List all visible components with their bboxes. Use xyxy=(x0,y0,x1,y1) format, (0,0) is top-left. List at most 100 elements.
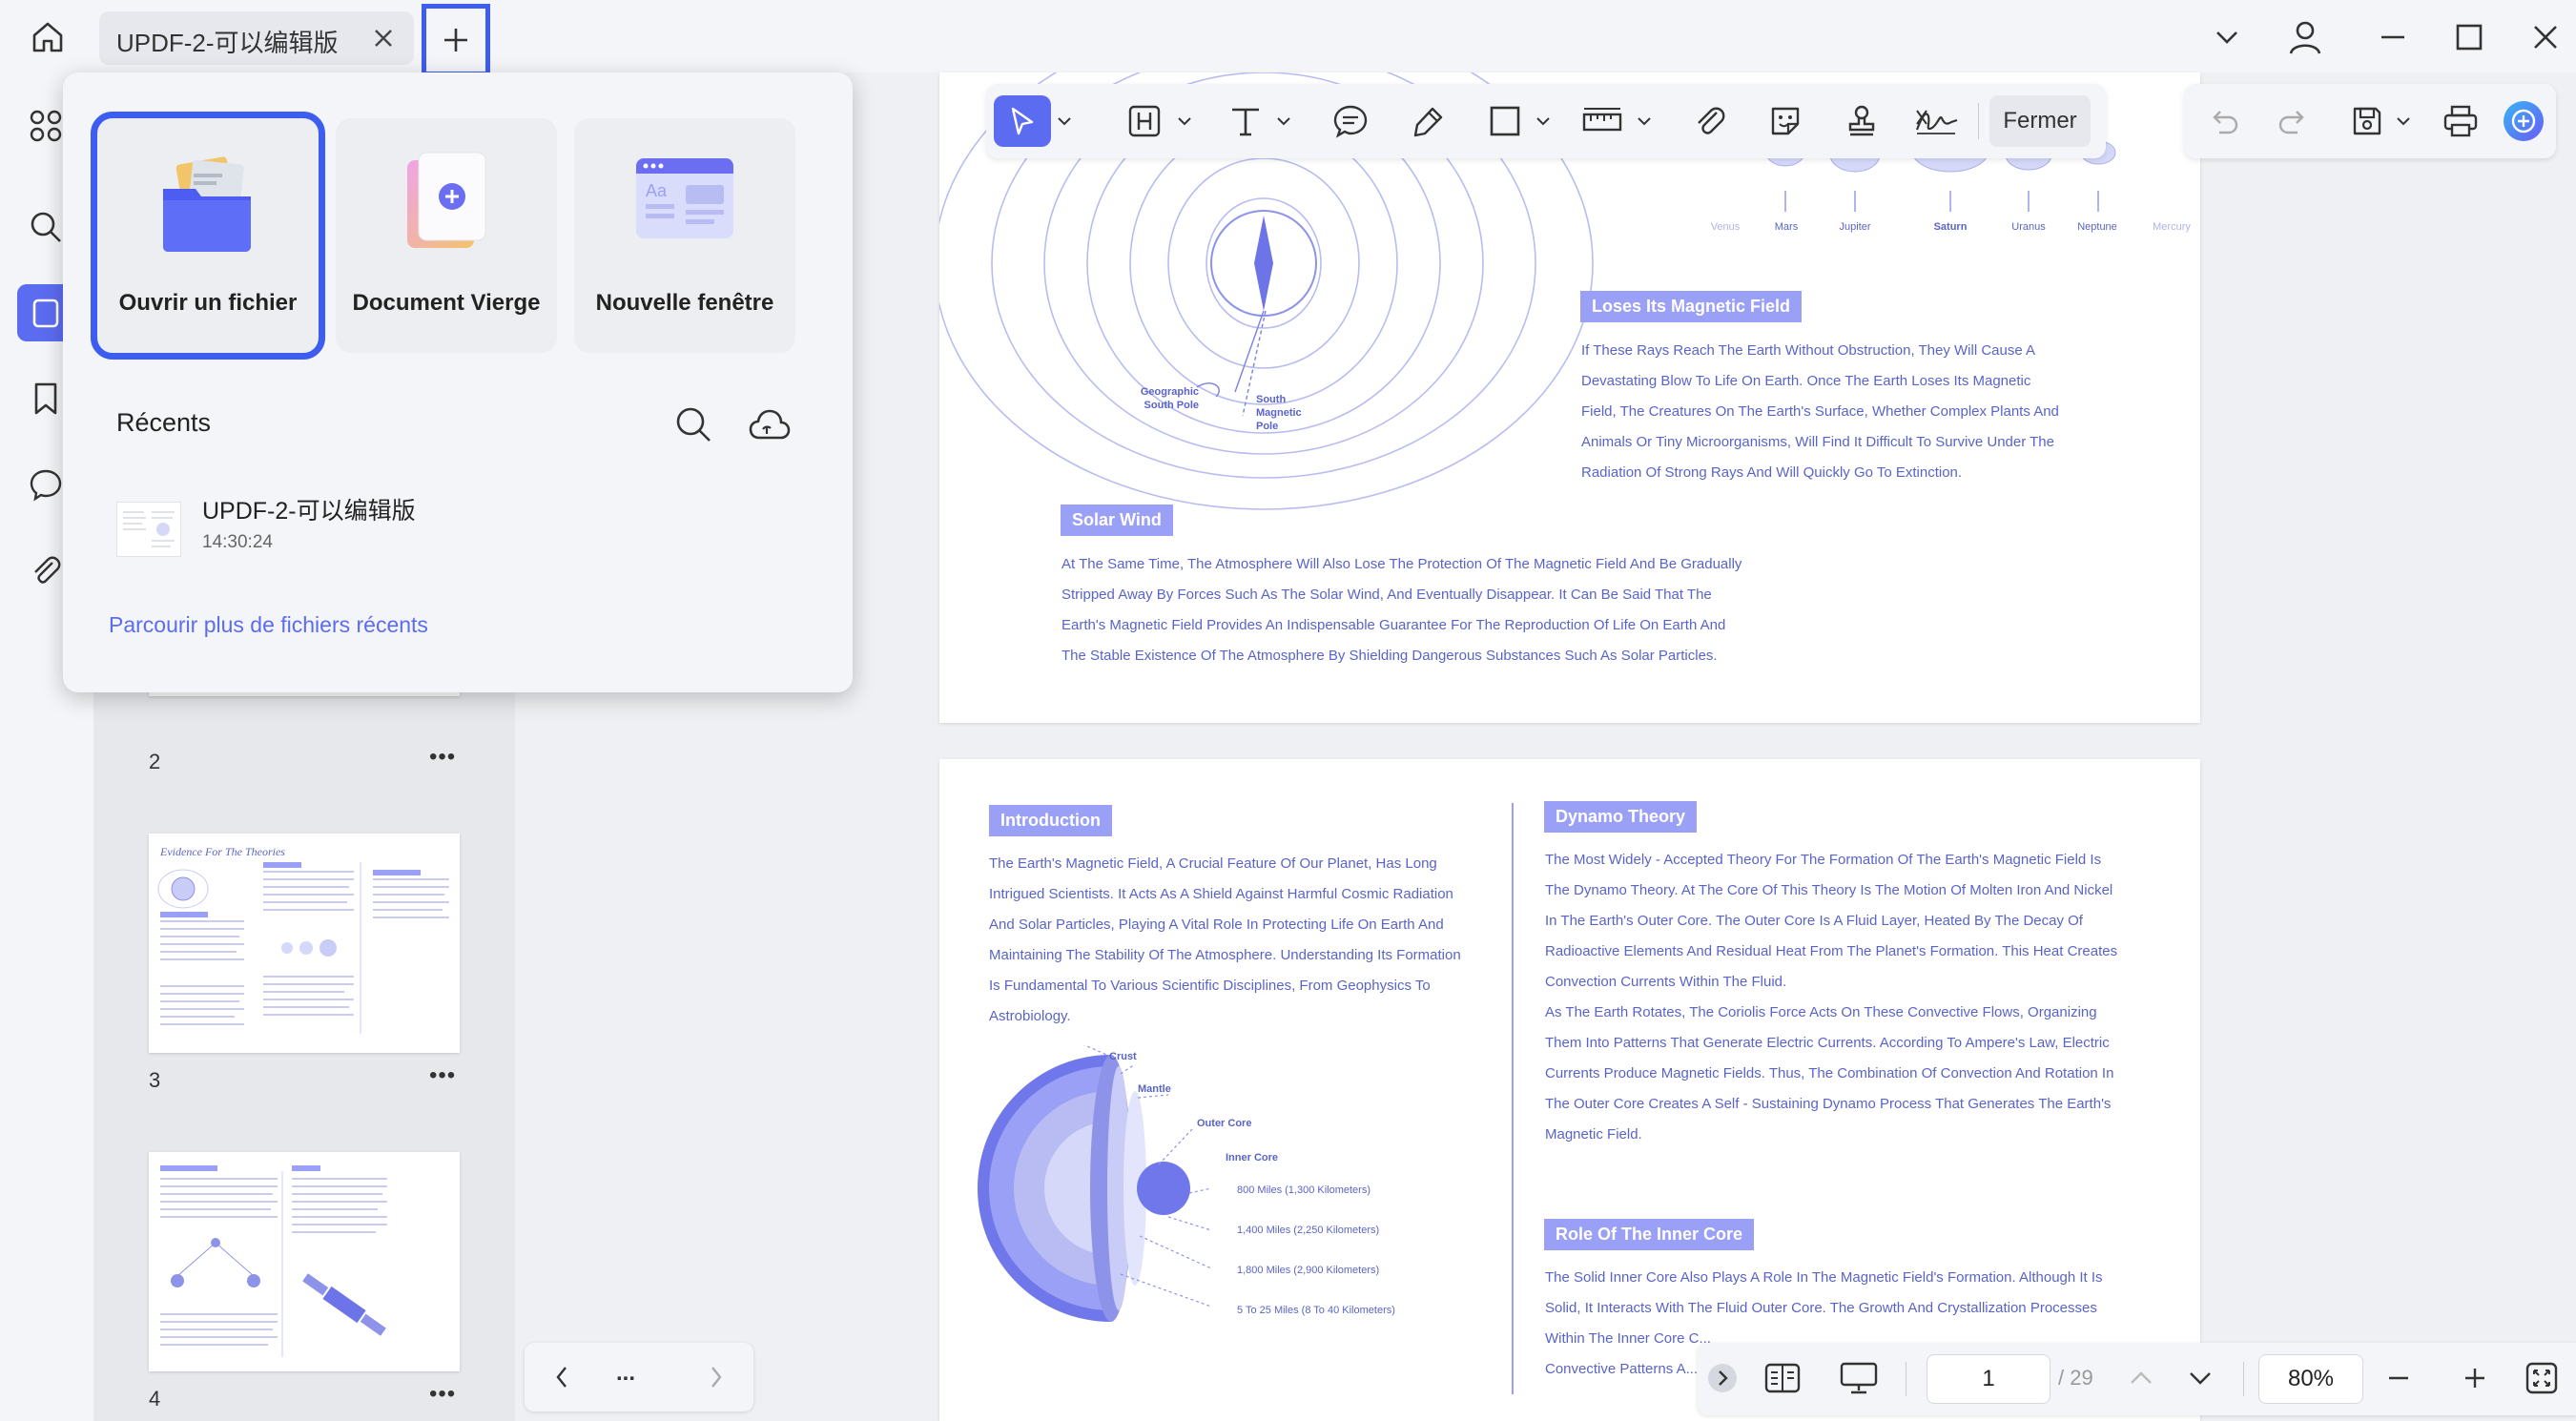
save-dropdown[interactable] xyxy=(2392,95,2415,147)
depth-label: 800 Miles (1,300 Kilometers) xyxy=(1237,1184,1371,1196)
shape-tool-dropdown[interactable] xyxy=(1532,95,1555,147)
thumbnail-more-button[interactable]: ••• xyxy=(429,1062,456,1089)
card-label: Nouvelle fenêtre xyxy=(595,290,774,316)
page-number-input[interactable]: 1 xyxy=(1927,1354,2050,1404)
column-divider xyxy=(1512,803,1514,1394)
next-button[interactable] xyxy=(692,1353,740,1401)
text-line: At The Same Time, The Atmosphere Will Al… xyxy=(1061,556,1742,572)
page-layout-button[interactable] xyxy=(1759,1354,1806,1402)
planet-label: Neptune xyxy=(2077,221,2117,233)
annotation-toolbar: Fermer xyxy=(986,84,2106,158)
pen-tool-button[interactable] xyxy=(1402,95,1455,147)
signature-tool-button[interactable] xyxy=(1907,95,1965,147)
presentation-button[interactable] xyxy=(1835,1354,1883,1402)
recent-file-name: UPDF-2-可以编辑版 xyxy=(202,498,416,525)
page-thumbnail-3[interactable]: Evidence For The Theories xyxy=(149,834,460,1053)
chevron-down-icon xyxy=(2216,31,2237,44)
pole-label-geographic: Geographic South Pole xyxy=(1123,385,1199,412)
planet-label: Uranus xyxy=(2011,221,2046,233)
comment-tool-button[interactable] xyxy=(1324,95,1377,147)
zoom-out-button[interactable] xyxy=(2375,1354,2422,1402)
zoom-level[interactable]: 80% xyxy=(2258,1354,2363,1404)
cloud-files-button[interactable] xyxy=(744,401,795,448)
thumbnail-page-number: 3 xyxy=(149,1068,161,1092)
open-file-card[interactable]: Ouvrir un fichier xyxy=(91,112,325,360)
next-page-button[interactable] xyxy=(2176,1354,2224,1402)
plus-icon xyxy=(444,29,467,51)
pen-icon xyxy=(1413,107,1443,137)
pole-label-magnetic: South Magnetic Pole xyxy=(1256,393,1302,433)
undo-button[interactable] xyxy=(2201,95,2247,147)
highlight-dropdown[interactable] xyxy=(1173,95,1196,147)
maximize-button[interactable] xyxy=(2445,13,2493,61)
measure-tool-button[interactable] xyxy=(1576,95,1629,147)
chevron-down-icon xyxy=(1277,117,1290,126)
redo-button[interactable] xyxy=(2270,95,2316,147)
search-recent-button[interactable] xyxy=(670,401,717,448)
stamp-icon xyxy=(1848,105,1875,136)
text-line: Is Fundamental To Various Scientific Dis… xyxy=(989,978,1431,994)
previous-page-button[interactable] xyxy=(2117,1354,2165,1402)
toolbar-divider xyxy=(1978,103,1979,139)
attach-tool-button[interactable] xyxy=(1682,95,1736,147)
save-button[interactable] xyxy=(2344,95,2390,147)
text-line: Stripped Away By Forces Such As The Sola… xyxy=(1061,587,1712,603)
thumbnail-more-button[interactable]: ••• xyxy=(429,744,456,771)
close-window-button[interactable] xyxy=(2522,13,2569,61)
file-thumbnail-preview xyxy=(123,511,175,547)
recent-file-item[interactable]: UPDF-2-可以编辑版 14:30:24 xyxy=(116,492,784,587)
pole-label-line: South xyxy=(1256,394,1287,405)
bar-divider xyxy=(2243,1362,2244,1396)
text-line: Astrobiology. xyxy=(989,1008,1071,1024)
select-tool-dropdown[interactable] xyxy=(1053,95,1076,147)
document-tab[interactable]: UPDF-2-可以编辑版 xyxy=(99,11,414,65)
highlight-tool-button[interactable] xyxy=(1120,95,1169,147)
depth-label: 1,400 Miles (2,250 Kilometers) xyxy=(1237,1225,1380,1236)
tab-close-button[interactable] xyxy=(366,21,401,55)
ai-assistant-button[interactable] xyxy=(2499,95,2548,147)
section-text: The Earth's Magnetic Field, A Crucial Fe… xyxy=(989,849,1523,1032)
fit-page-button[interactable] xyxy=(2518,1354,2566,1402)
page-thumbnail-4[interactable] xyxy=(149,1152,460,1371)
new-window-card[interactable]: Aa Nouvelle fenêtre xyxy=(574,118,795,353)
text-line: The Earth's Magnetic Field, A Crucial Fe… xyxy=(989,855,1437,872)
select-tool-button[interactable] xyxy=(994,95,1051,147)
blank-document-card[interactable]: Document Vierge xyxy=(336,118,557,353)
text-tool-dropdown[interactable] xyxy=(1272,95,1295,147)
minimize-button[interactable] xyxy=(2369,13,2417,61)
thumbnails-icon xyxy=(32,299,59,328)
home-icon xyxy=(32,22,63,52)
planet-label: Venus xyxy=(1710,221,1741,233)
page-controls-bar: 1 / 29 80% xyxy=(1698,1343,2576,1415)
close-toolbar-button[interactable]: Fermer xyxy=(1989,95,2091,147)
sticker-tool-button[interactable] xyxy=(1759,95,1812,147)
text-tool-button[interactable] xyxy=(1221,95,1270,147)
section-heading: Role Of The Inner Core xyxy=(1544,1219,1755,1250)
shape-tool-button[interactable] xyxy=(1478,95,1532,147)
print-button[interactable] xyxy=(2438,95,2483,147)
account-button[interactable] xyxy=(2281,13,2329,61)
tab-title: UPDF-2-可以编辑版 xyxy=(116,29,339,57)
comment-icon xyxy=(1333,105,1368,138)
print-icon xyxy=(2443,105,2478,137)
cloud-icon xyxy=(749,409,791,440)
earth-layer-label: Crust xyxy=(1109,1051,1137,1062)
more-button[interactable]: ... xyxy=(616,1360,635,1387)
text-line: Them Into Patterns That Generate Electri… xyxy=(1545,1035,2110,1051)
previous-button[interactable] xyxy=(538,1353,586,1401)
text-line: Currents Produce Magnetic Fields. Thus, … xyxy=(1545,1065,2114,1081)
depth-label: 1,800 Miles (2,900 Kilometers) xyxy=(1237,1265,1380,1276)
zoom-in-button[interactable] xyxy=(2451,1354,2499,1402)
browse-recent-link[interactable]: Parcourir plus de fichiers récents xyxy=(109,612,428,638)
thumbnail-more-button[interactable]: ••• xyxy=(429,1381,456,1408)
chevron-down-icon xyxy=(2397,117,2410,126)
home-button[interactable] xyxy=(21,13,74,61)
dropdown-button[interactable] xyxy=(2203,13,2251,61)
measure-tool-dropdown[interactable] xyxy=(1633,95,1656,147)
stamp-tool-button[interactable] xyxy=(1835,95,1888,147)
rectangle-icon xyxy=(1490,106,1520,136)
section-heading: Solar Wind xyxy=(1061,505,1173,536)
collapse-bar-button[interactable] xyxy=(1705,1354,1740,1402)
new-tab-button[interactable] xyxy=(422,4,490,76)
ruler-icon xyxy=(1582,108,1622,132)
